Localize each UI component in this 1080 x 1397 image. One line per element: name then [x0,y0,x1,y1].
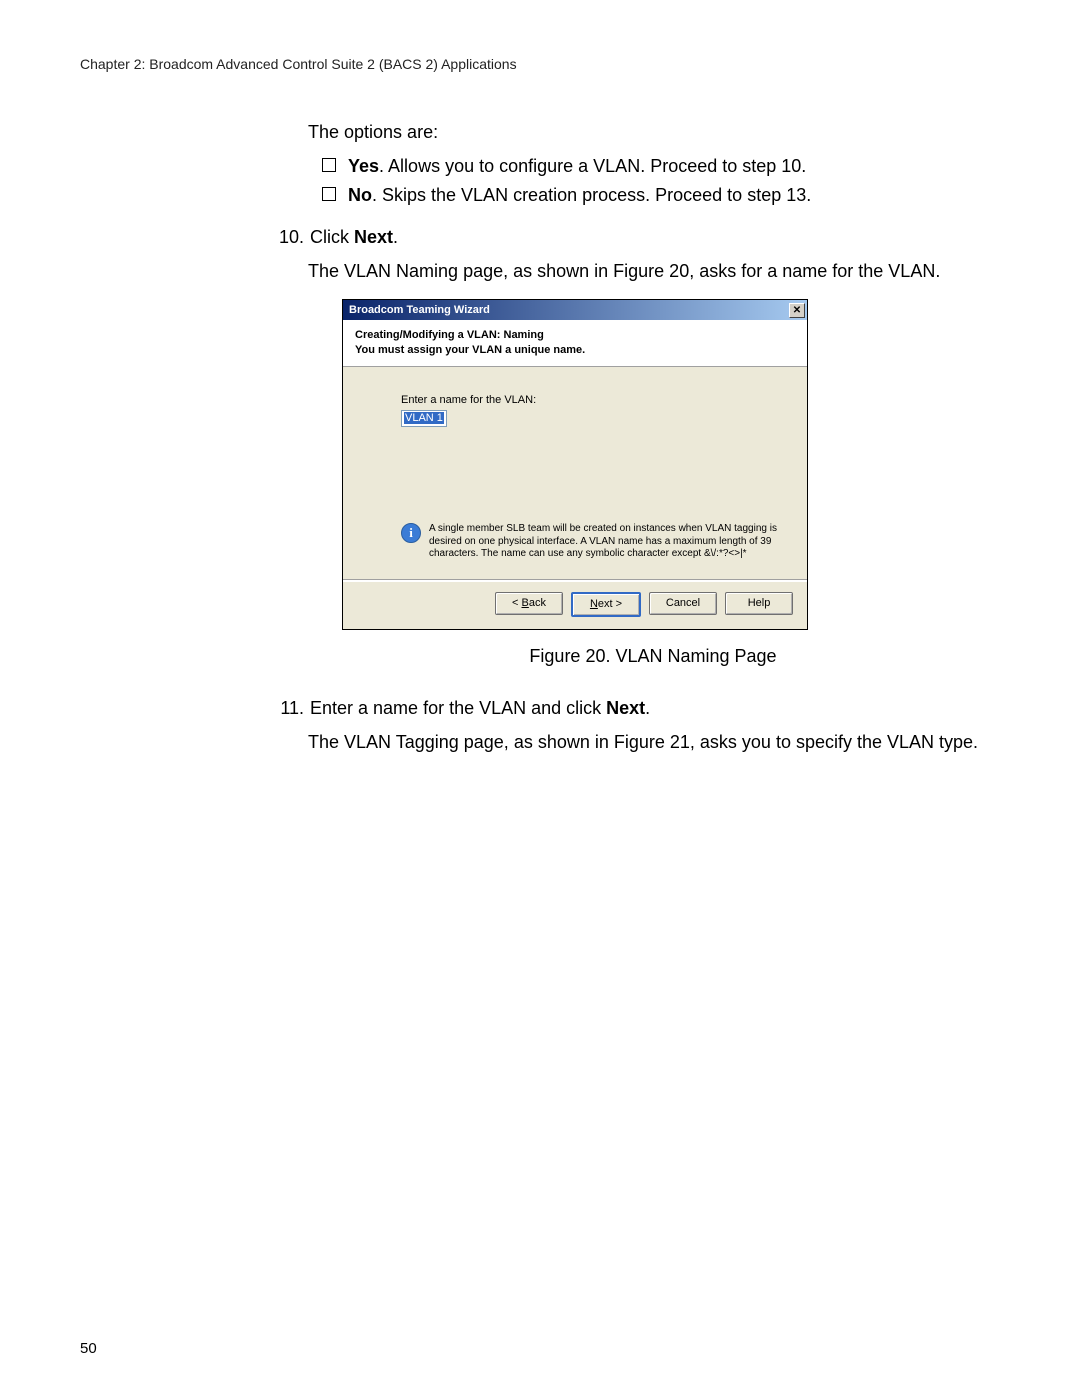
option-rest: . Skips the VLAN creation process. Proce… [372,185,811,205]
step-text: Click Next. [310,225,398,249]
wizard-heading1: Creating/Modifying a VLAN: Naming [355,328,795,343]
page-number: 50 [80,1340,97,1357]
options-intro: The options are: [308,120,998,144]
step11-description: The VLAN Tagging page, as shown in Figur… [308,730,998,754]
step-bold: Next [606,698,645,718]
checkbox-icon [322,158,336,172]
option-text: No. Skips the VLAN creation process. Pro… [348,183,811,207]
wizard-title: Broadcom Teaming Wizard [349,303,490,318]
page-header: Chapter 2: Broadcom Advanced Control Sui… [80,56,1000,72]
wizard-info: i A single member SLB team will be creat… [343,523,807,579]
step-pre: Click [310,227,354,247]
figure-caption: Figure 20. VLAN Naming Page [308,644,998,668]
help-button[interactable]: Help [725,592,793,615]
cancel-button[interactable]: Cancel [649,592,717,615]
checkbox-icon [322,187,336,201]
step-post: . [645,698,650,718]
close-icon: ✕ [793,304,801,318]
option-text: Yes. Allows you to configure a VLAN. Pro… [348,154,806,178]
step-text: Enter a name for the VLAN and click Next… [310,696,650,720]
option-no: No. Skips the VLAN creation process. Pro… [322,183,998,207]
info-text: A single member SLB team will be created… [429,523,783,561]
option-rest: . Allows you to configure a VLAN. Procee… [379,156,806,176]
vlan-name-input[interactable]: VLAN 1 [401,410,447,427]
wizard-buttons: < Back Next > Cancel Help [343,582,807,629]
back-label: < Back [512,596,546,611]
back-button[interactable]: < Back [495,592,563,615]
wizard-titlebar: Broadcom Teaming Wizard ✕ [343,300,807,320]
step-11: 11. Enter a name for the VLAN and click … [274,696,998,720]
step-10: 10. Click Next. [274,225,998,249]
step-pre: Enter a name for the VLAN and click [310,698,606,718]
vlan-name-value: VLAN 1 [404,412,444,424]
step-post: . [393,227,398,247]
info-icon: i [401,523,421,543]
next-button[interactable]: Next > [571,592,641,617]
close-button[interactable]: ✕ [789,303,805,318]
step-bold: Next [354,227,393,247]
help-label: Help [748,596,771,611]
wizard-heading2: You must assign your VLAN a unique name. [355,343,795,358]
wizard-header: Creating/Modifying a VLAN: Naming You mu… [343,320,807,367]
step-number: 10. [274,225,304,249]
wizard-body: Enter a name for the VLAN: VLAN 1 [343,367,807,523]
option-list: Yes. Allows you to configure a VLAN. Pro… [322,154,998,207]
step-number: 11. [274,696,304,720]
option-bold: No [348,185,372,205]
option-yes: Yes. Allows you to configure a VLAN. Pro… [322,154,998,178]
vlan-name-label: Enter a name for the VLAN: [401,393,767,408]
step10-description: The VLAN Naming page, as shown in Figure… [308,259,998,283]
cancel-label: Cancel [666,596,700,611]
wizard-window: Broadcom Teaming Wizard ✕ Creating/Modif… [342,299,808,629]
next-label: Next > [590,597,622,612]
option-bold: Yes [348,156,379,176]
